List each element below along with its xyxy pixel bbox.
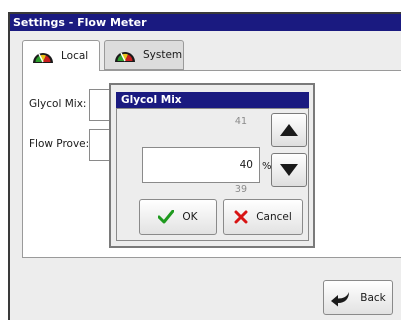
cancel-button-label: Cancel [256, 211, 292, 223]
previous-value-hint: 41 [234, 116, 247, 127]
dialog-title: Glycol Mix [116, 92, 309, 108]
decrement-button[interactable] [271, 153, 307, 187]
up-arrow-icon [279, 123, 299, 137]
gauge-icon [31, 47, 55, 65]
glycol-mix-value-input[interactable]: 40 [142, 147, 260, 183]
tab-system-label: System [143, 49, 183, 61]
cancel-button[interactable]: Cancel [223, 199, 303, 235]
tab-local[interactable]: Local [22, 40, 100, 71]
tab-local-label: Local [61, 50, 89, 62]
glycol-mix-dialog: Glycol Mix 41 40 % 39 OK Cancel [109, 83, 315, 248]
flow-prove-label: Flow Prove: [29, 138, 90, 150]
glycol-mix-label: Glycol Mix: [29, 98, 87, 110]
back-arrow-icon [330, 289, 352, 307]
close-icon [234, 210, 248, 224]
ok-button-label: OK [182, 211, 198, 223]
back-button-label: Back [360, 291, 386, 304]
back-button[interactable]: Back [323, 280, 393, 315]
window-title: Settings - Flow Meter [10, 14, 401, 31]
tab-system[interactable]: System [104, 40, 184, 70]
increment-button[interactable] [271, 113, 307, 147]
gauge-icon [113, 46, 137, 64]
ok-button[interactable]: OK [139, 199, 217, 235]
next-value-hint: 39 [234, 184, 247, 195]
down-arrow-icon [279, 163, 299, 177]
dialog-body: 41 40 % 39 OK Cancel [116, 108, 309, 241]
checkmark-icon [158, 210, 175, 224]
